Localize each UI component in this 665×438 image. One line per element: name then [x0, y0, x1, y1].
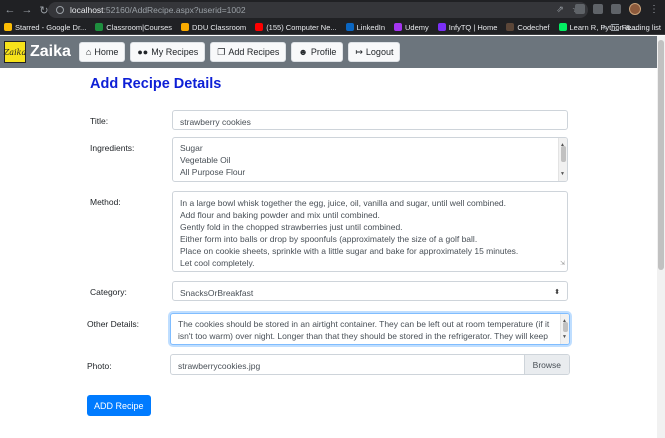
user-icon: ☻ [298, 47, 308, 57]
resize-handle-icon[interactable]: ⇲ [560, 258, 565, 270]
brand-name[interactable]: Zaika [30, 43, 71, 61]
users-icon: ●● [137, 47, 149, 57]
other-details-line: isn't too warm) over night. Longer than … [178, 331, 549, 341]
chevron-updown-icon: ⬍ [554, 289, 560, 296]
bookmark-favicon-icon [345, 23, 354, 31]
bookmark-favicon-icon [95, 23, 104, 31]
url-host: localhost [70, 5, 104, 15]
ingredient-line: Vegetable Oil [180, 155, 231, 165]
photo-file-input[interactable]: strawberrycookies.jpg Browse [170, 354, 570, 375]
page-title: Add Recipe Details [90, 76, 222, 92]
back-arrow-icon[interactable]: ← [3, 3, 17, 17]
home-icon: ⌂ [85, 47, 92, 57]
bookmark-item[interactable]: (155) Computer Ne... [255, 23, 337, 32]
bookmark-item[interactable]: DDU Classroom [181, 23, 246, 32]
browse-button[interactable]: Browse [523, 355, 569, 374]
title-value: strawberry cookies [180, 117, 251, 127]
title-label: Title: [90, 116, 109, 126]
page-scrollbar-thumb[interactable] [658, 40, 664, 270]
bookmarks-more-icon[interactable]: » [603, 23, 607, 32]
extension-icon[interactable] [575, 4, 585, 14]
bookmark-item[interactable]: Starred - Google Dr... [4, 23, 86, 32]
profile-avatar[interactable] [629, 3, 641, 15]
scroll-down-icon[interactable]: ▼ [562, 331, 567, 343]
scroll-down-icon[interactable]: ▼ [560, 168, 565, 180]
bookmark-favicon-icon [394, 23, 402, 31]
method-line: Let cool completely. [180, 258, 255, 268]
forward-arrow-icon[interactable]: → [20, 3, 34, 17]
bookmarks-bar: Starred - Google Dr... Classroom|Courses… [0, 20, 665, 35]
method-textarea[interactable]: In a large bowl whisk together the egg, … [172, 191, 568, 272]
nav-add-recipes-button[interactable]: ❐ Add Recipes [210, 42, 287, 62]
menu-kebab-icon[interactable]: ⋮ [649, 4, 659, 15]
bookmark-item[interactable]: LinkedIn [345, 23, 385, 32]
bookmark-item[interactable]: Udemy [394, 23, 429, 32]
photo-label: Photo: [87, 361, 112, 371]
bookmark-favicon-icon [506, 23, 515, 31]
bookmark-favicon-icon [181, 23, 189, 31]
brand-logo[interactable]: Zaika [4, 41, 26, 63]
method-line: In a large bowl whisk together the egg, … [180, 198, 507, 208]
method-line: Add flour and baking powder and mix unti… [180, 210, 380, 220]
bookmark-item[interactable]: Codechef [506, 23, 550, 32]
bookmark-favicon-icon [558, 23, 567, 31]
other-details-line: The cookies should be stored in an airti… [178, 319, 550, 329]
other-details-label: Other Details: [87, 319, 139, 329]
nav-home-button[interactable]: ⌂ Home [78, 42, 126, 62]
url-path: :52160/AddRecipe.aspx?userid=1002 [103, 5, 246, 15]
nav-my-recipes-button[interactable]: ●● My Recipes [130, 42, 206, 62]
method-label: Method: [90, 197, 121, 207]
logout-icon: ↦ [355, 46, 363, 57]
nav-profile-button[interactable]: ☻ Profile [291, 42, 344, 62]
method-line: Gently fold in the chopped strawberries … [180, 222, 403, 232]
category-value: SnacksOrBreakfast [180, 288, 254, 298]
bookmark-item[interactable]: InfyTQ | Home [437, 23, 497, 32]
category-label: Category: [90, 287, 127, 297]
ingredients-scrollbar[interactable]: ▲ ▼ [558, 138, 567, 181]
reading-list-button[interactable]: Reading list [610, 23, 661, 32]
nav-logout-button[interactable]: ↦ Logout [348, 42, 401, 62]
utensils-icon: ❐ [217, 46, 226, 57]
bookmark-favicon-icon [437, 23, 446, 31]
bookmark-favicon-icon [4, 23, 12, 31]
add-recipe-button[interactable]: ADD Recipe [87, 395, 151, 416]
method-line: Either form into balls or drop by spoonf… [180, 234, 478, 244]
extension-icon[interactable] [593, 4, 603, 14]
ingredient-line: Sugar [180, 143, 203, 153]
other-details-textarea[interactable]: The cookies should be stored in an airti… [170, 313, 570, 345]
ingredients-label: Ingredients: [90, 143, 135, 153]
other-details-scrollbar[interactable]: ▲ ▼ [560, 314, 569, 344]
ingredient-line: All Purpose Flour [180, 167, 246, 177]
browser-toolbar: ← → ↻ localhost :52160/AddRecipe.aspx?us… [0, 0, 665, 20]
reading-list-icon [610, 24, 619, 31]
address-bar[interactable]: localhost :52160/AddRecipe.aspx?userid=1… [48, 2, 588, 18]
bookmark-item[interactable]: Classroom|Courses [95, 23, 172, 32]
photo-filename: strawberrycookies.jpg [178, 361, 261, 371]
puzzle-icon[interactable] [611, 4, 621, 14]
site-info-icon[interactable] [56, 6, 64, 14]
scroll-thumb[interactable] [561, 146, 566, 162]
share-icon[interactable]: ⇗ [555, 4, 565, 14]
site-navbar: Zaika Zaika ⌂ Home ●● My Recipes ❐ Add Reci… [0, 36, 657, 68]
bookmark-favicon-icon [255, 23, 264, 31]
ingredients-textarea[interactable]: Sugar Vegetable Oil All Purpose Flour ▲ ▼ [172, 137, 568, 182]
category-select[interactable]: SnacksOrBreakfast ⬍ [172, 281, 568, 301]
title-input[interactable]: strawberry cookies [172, 110, 568, 130]
method-line: Place on cookie sheets, sprinkle with a … [180, 246, 519, 256]
